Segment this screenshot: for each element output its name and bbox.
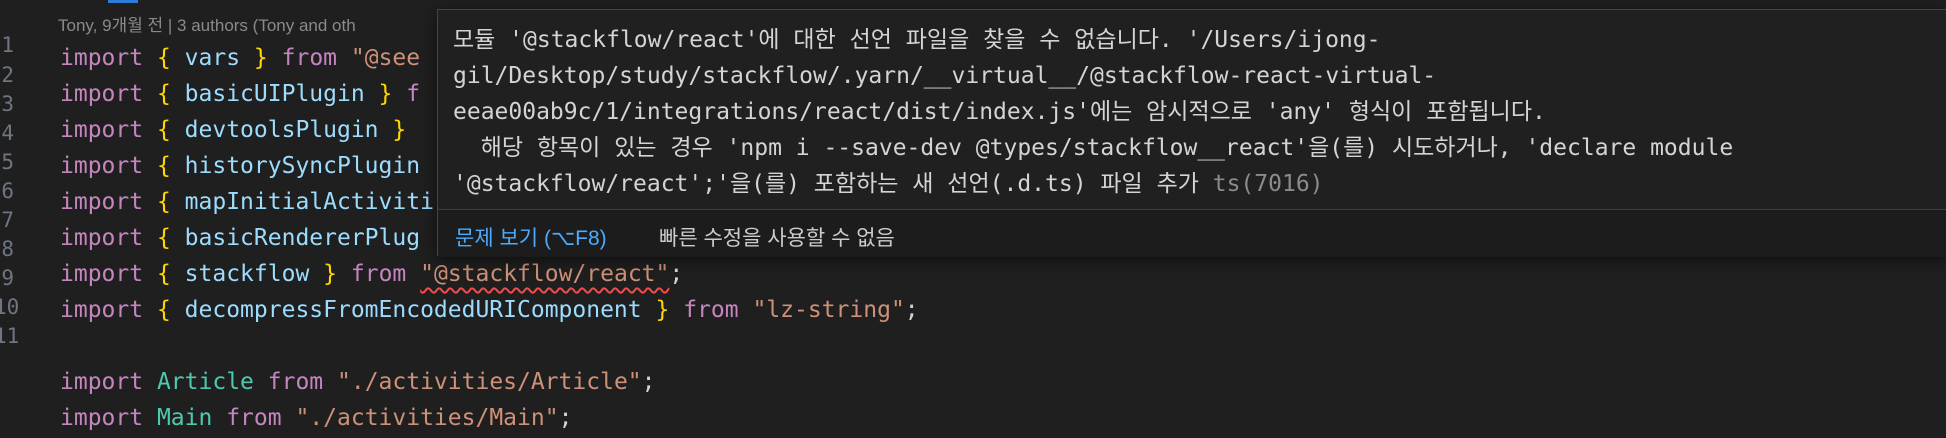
code-line[interactable]: import { decompressFromEncodedURICompone… bbox=[60, 292, 919, 328]
keyword: from bbox=[226, 405, 282, 431]
keyword: import bbox=[60, 405, 144, 431]
error-message-line: '@stackflow/react';'을(를) 포함하는 새 선언(.d.ts… bbox=[453, 166, 1930, 202]
keyword: import bbox=[60, 225, 144, 251]
hover-status-bar: 문제 보기 (⌥F8) 빠른 수정을 사용할 수 없음 bbox=[438, 209, 1946, 257]
identifier: historySyncPlugin bbox=[184, 153, 421, 179]
semicolon: ; bbox=[904, 297, 919, 323]
code-editor[interactable]: Tony, 9개월 전 | 3 authors (Tony and oth 1 … bbox=[0, 0, 1946, 438]
git-blame-codelens[interactable]: Tony, 9개월 전 | 3 authors (Tony and oth bbox=[58, 11, 356, 36]
string-literal: "lz-string" bbox=[752, 297, 905, 323]
keyword: import bbox=[60, 45, 144, 71]
brace: { bbox=[156, 297, 171, 323]
default-import: Article bbox=[156, 369, 254, 395]
brace: { bbox=[156, 81, 171, 107]
identifier: vars bbox=[184, 45, 241, 71]
brace: { bbox=[156, 189, 171, 215]
brace: } bbox=[253, 45, 268, 71]
brace: } bbox=[378, 81, 393, 107]
active-indicator bbox=[108, 0, 138, 3]
semicolon: ; bbox=[669, 261, 684, 287]
code-line[interactable]: import Main from "./activities/Main"; bbox=[60, 400, 572, 436]
brace: { bbox=[156, 153, 171, 179]
brace: } bbox=[323, 261, 338, 287]
string-literal: "./activities/Main" bbox=[295, 405, 559, 431]
identifier: basicRendererPlug bbox=[184, 225, 421, 251]
code-line[interactable]: import { vars } from "@see bbox=[60, 40, 420, 76]
error-message: 모듈 '@stackflow/react'에 대한 선언 파일을 찾을 수 없습… bbox=[453, 22, 1930, 202]
error-string-literal[interactable]: "@stackflow/react" bbox=[420, 261, 669, 287]
keyword: from bbox=[683, 297, 739, 323]
line-number-gutter: 1 2 3 4 5 6 7 8 9 10 11 bbox=[0, 0, 50, 438]
keyword: from bbox=[267, 369, 324, 395]
keyword: import bbox=[60, 153, 144, 179]
code-line[interactable]: import { historySyncPlugin bbox=[60, 148, 420, 184]
brace: { bbox=[156, 45, 171, 71]
brace: } bbox=[392, 117, 407, 143]
keyword: import bbox=[60, 297, 144, 323]
identifier: mapInitialActiviti bbox=[184, 189, 434, 215]
semicolon: ; bbox=[558, 405, 573, 431]
error-message-line: 해당 항목이 있는 경우 'npm i --save-dev @types/st… bbox=[453, 135, 1734, 161]
error-code: ts(7016) bbox=[1212, 171, 1324, 197]
keyword: import bbox=[60, 189, 144, 215]
code-line[interactable]: import { devtoolsPlugin } bbox=[60, 112, 406, 148]
string-literal: "@see bbox=[350, 45, 421, 71]
keyword: import bbox=[60, 117, 144, 143]
keyword: import bbox=[60, 369, 144, 395]
string-literal: "./activities/Article" bbox=[337, 369, 642, 395]
no-quick-fix-label: 빠른 수정을 사용할 수 없음 bbox=[659, 227, 895, 250]
line-number: 11 bbox=[0, 324, 20, 348]
semicolon: ; bbox=[641, 369, 656, 395]
brace: } bbox=[655, 297, 670, 323]
keyword: from bbox=[350, 261, 407, 287]
brace: { bbox=[156, 261, 171, 287]
error-message-line: eeae00ab9c/1/integrations/react/dist/ind… bbox=[453, 99, 1546, 125]
error-message-line: 모듈 '@stackflow/react'에 대한 선언 파일을 찾을 수 없습… bbox=[453, 27, 1381, 53]
error-message-line: gil/Desktop/study/stackflow/.yarn/__virt… bbox=[453, 63, 1437, 89]
code-line[interactable]: import { basicRendererPlug bbox=[60, 220, 420, 256]
error-hover-tooltip: 모듈 '@stackflow/react'에 대한 선언 파일을 찾을 수 없습… bbox=[437, 9, 1946, 257]
code-line[interactable]: import Article from "./activities/Articl… bbox=[60, 364, 656, 400]
keyword: import bbox=[60, 261, 144, 287]
keyword: f bbox=[406, 81, 421, 107]
code-line[interactable]: import { basicUIPlugin } f bbox=[60, 76, 420, 112]
default-import: Main bbox=[156, 405, 213, 431]
brace: { bbox=[156, 117, 171, 143]
brace: { bbox=[156, 225, 171, 251]
keyword: from bbox=[281, 45, 338, 71]
identifier: stackflow bbox=[184, 261, 310, 287]
peek-problem-link[interactable]: 문제 보기 (⌥F8) bbox=[455, 222, 607, 252]
keyword: import bbox=[60, 81, 144, 107]
code-line[interactable]: import { stackflow } from "@stackflow/re… bbox=[60, 256, 683, 292]
identifier: devtoolsPlugin bbox=[184, 117, 379, 143]
identifier: basicUIPlugin bbox=[184, 81, 365, 107]
code-line[interactable]: import { mapInitialActiviti bbox=[60, 184, 434, 220]
error-message-text: '@stackflow/react';'을(를) 포함하는 새 선언(.d.ts… bbox=[453, 171, 1213, 197]
identifier: decompressFromEncodedURIComponent bbox=[184, 297, 642, 323]
